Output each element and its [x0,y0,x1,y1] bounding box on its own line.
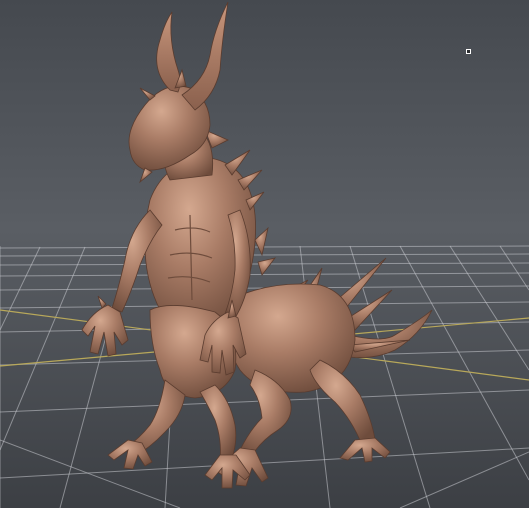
creature-sculpt [81,1,433,489]
scene-svg [0,1,529,508]
vertex-marker-icon[interactable] [466,49,471,54]
3d-viewport[interactable] [0,0,529,508]
